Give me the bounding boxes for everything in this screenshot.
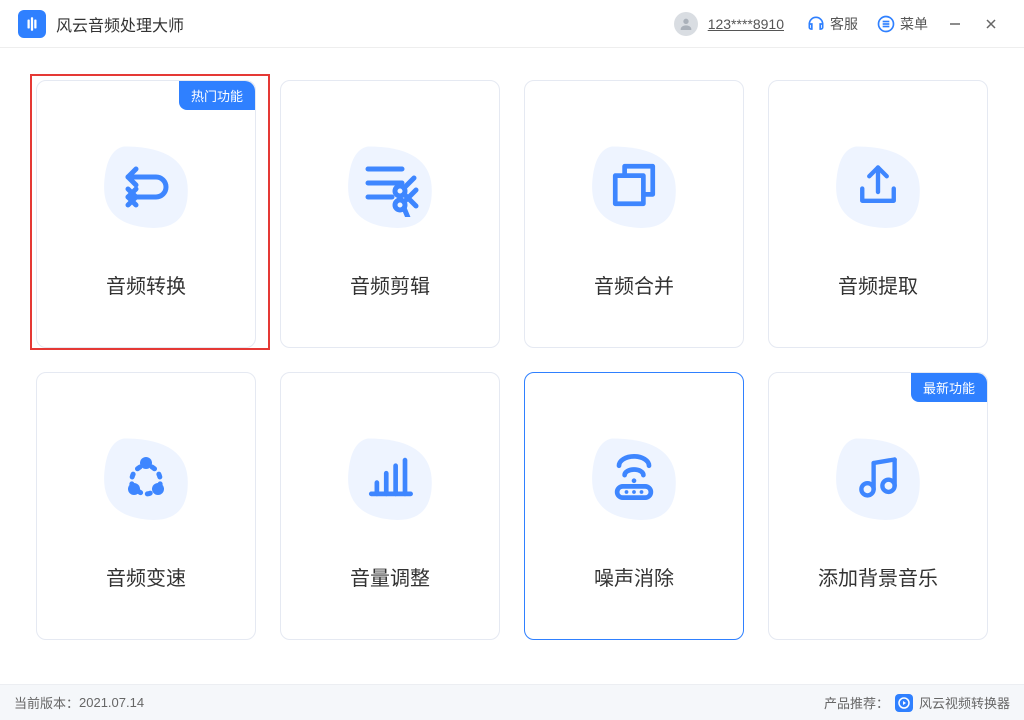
card-label: 音频合并 <box>594 270 674 299</box>
card-label: 音频剪辑 <box>350 270 430 299</box>
recommend-product-icon <box>895 694 913 712</box>
app-title: 风云音频处理大师 <box>56 12 184 36</box>
card-label: 音频变速 <box>106 562 186 591</box>
recommend-label: 产品推荐： <box>824 693 889 712</box>
support-label: 客服 <box>830 14 858 34</box>
edit-icon <box>358 153 422 217</box>
card-label: 添加背景音乐 <box>818 562 938 591</box>
app-logo-icon <box>18 10 46 38</box>
minimize-button[interactable] <box>940 9 970 39</box>
menu-label: 菜单 <box>900 14 928 34</box>
avatar-icon[interactable] <box>674 12 698 36</box>
card-audio-merge[interactable]: 音频合并 <box>524 80 744 348</box>
main-area: 热门功能 音频转换 <box>0 48 1024 640</box>
card-add-bgm[interactable]: 最新功能 添加背景音乐 <box>768 372 988 640</box>
card-audio-speed[interactable]: 音频变速 <box>36 372 256 640</box>
extract-icon <box>850 157 906 213</box>
title-bar: 风云音频处理大师 123****8910 客服 菜单 <box>0 0 1024 48</box>
card-audio-convert[interactable]: 热门功能 音频转换 <box>36 80 256 348</box>
card-audio-extract[interactable]: 音频提取 <box>768 80 988 348</box>
card-audio-edit[interactable]: 音频剪辑 <box>280 80 500 348</box>
speed-icon <box>114 445 178 509</box>
version-label: 当前版本： <box>14 693 79 712</box>
merge-icon <box>604 155 664 215</box>
support-button[interactable]: 客服 <box>800 14 864 34</box>
volume-icon <box>360 447 420 507</box>
recommend-product-link[interactable]: 风云视频转换器 <box>919 693 1010 712</box>
music-icon <box>850 449 906 505</box>
user-id-link[interactable]: 123****8910 <box>708 16 784 32</box>
card-label: 音频转换 <box>106 270 186 299</box>
version-value: 2021.07.14 <box>79 695 144 710</box>
card-label: 音频提取 <box>838 270 918 299</box>
convert-icon <box>114 153 178 217</box>
new-badge: 最新功能 <box>911 373 987 402</box>
hot-badge: 热门功能 <box>179 81 255 110</box>
card-noise-removal[interactable]: 噪声消除 <box>524 372 744 640</box>
footer-bar: 当前版本： 2021.07.14 产品推荐： 风云视频转换器 <box>0 684 1024 720</box>
close-button[interactable] <box>976 9 1006 39</box>
card-label: 音量调整 <box>350 562 430 591</box>
denoise-icon <box>604 447 664 507</box>
menu-button[interactable]: 菜单 <box>870 14 934 34</box>
card-label: 噪声消除 <box>594 562 674 591</box>
card-volume-adjust[interactable]: 音量调整 <box>280 372 500 640</box>
